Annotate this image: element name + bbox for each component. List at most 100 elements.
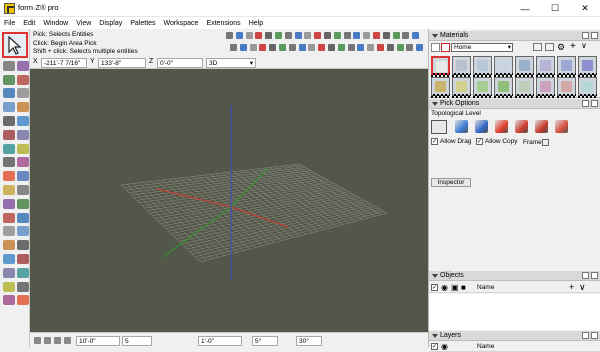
tool-icon[interactable] xyxy=(3,88,15,99)
tool-icon[interactable] xyxy=(17,267,29,278)
material-library-dropdown[interactable]: Home ▾ xyxy=(451,43,513,52)
allow-drag-checkbox[interactable]: ✓ xyxy=(431,138,438,145)
tool-icon[interactable] xyxy=(17,295,29,306)
layers-panel-header[interactable]: Layers xyxy=(429,331,600,341)
menu-window[interactable]: Window xyxy=(43,20,68,27)
menu-display[interactable]: Display xyxy=(99,20,122,27)
toolbar-icon[interactable] xyxy=(373,32,380,39)
tool-icon[interactable] xyxy=(17,143,29,154)
toolbar-icon[interactable] xyxy=(343,32,351,39)
menu-workspace[interactable]: Workspace xyxy=(164,20,199,27)
tool-icon[interactable] xyxy=(3,254,15,264)
modeling-viewport[interactable] xyxy=(30,69,428,332)
status-icon[interactable] xyxy=(34,337,41,344)
panel-options-icon[interactable] xyxy=(582,32,589,39)
tool-icon[interactable] xyxy=(3,185,15,195)
tool-icon[interactable] xyxy=(3,157,15,168)
material-tools-icon[interactable] xyxy=(431,43,440,52)
toolbar-icon[interactable] xyxy=(288,44,296,51)
menu-palettes[interactable]: Palettes xyxy=(130,20,155,27)
menu-help[interactable]: Help xyxy=(249,20,263,27)
tool-icon[interactable] xyxy=(17,171,29,182)
toolbar-icon[interactable] xyxy=(386,44,394,51)
menu-extensions[interactable]: Extensions xyxy=(206,20,240,27)
toolbar-icon[interactable] xyxy=(279,44,286,51)
panel-options-icon[interactable] xyxy=(582,100,589,107)
materials-panel-header[interactable]: Materials xyxy=(429,31,600,41)
visibility-checkbox[interactable]: ✓ xyxy=(431,284,438,291)
toolbar-icon[interactable] xyxy=(318,44,326,51)
list-view-icon[interactable] xyxy=(533,43,542,51)
snap-spacing-field[interactable]: 1'-0" xyxy=(198,336,242,346)
panel-options-icon[interactable] xyxy=(582,332,589,339)
angle-step-field[interactable]: 5° xyxy=(252,336,278,346)
toolbar-icon[interactable] xyxy=(357,44,365,51)
frame-icon[interactable] xyxy=(542,139,549,146)
toolbar-icon[interactable] xyxy=(337,44,345,51)
tool-icon[interactable] xyxy=(3,129,15,140)
toolbar-icon[interactable] xyxy=(308,44,316,51)
tool-icon[interactable] xyxy=(3,295,15,306)
topology-level-button[interactable] xyxy=(555,120,568,133)
toolbar-icon[interactable] xyxy=(239,44,247,51)
toolbar-icon[interactable] xyxy=(324,32,331,39)
panel-options-icon[interactable] xyxy=(582,272,589,279)
material-color-icon[interactable] xyxy=(441,43,450,52)
toolbar-icon[interactable] xyxy=(314,32,322,39)
topology-level-button[interactable] xyxy=(455,120,468,133)
close-icon[interactable] xyxy=(591,100,598,107)
toolbar-icon[interactable] xyxy=(402,32,410,39)
topology-level-button[interactable] xyxy=(515,120,528,133)
inspector-button[interactable]: Inspector xyxy=(431,178,471,187)
toolbar-icon[interactable] xyxy=(333,32,341,39)
tool-icon[interactable] xyxy=(17,240,29,251)
toolbar-icon[interactable] xyxy=(406,44,414,51)
tool-icon[interactable] xyxy=(3,116,15,126)
pick-options-panel-header[interactable]: Pick Options xyxy=(429,99,600,109)
x-coordinate-field[interactable]: -211'-7 7/16" xyxy=(41,58,87,68)
allow-copy-checkbox[interactable]: ✓ xyxy=(476,138,483,145)
toolbar-icon[interactable] xyxy=(294,32,302,39)
status-icon[interactable] xyxy=(54,337,61,344)
gear-icon[interactable]: ⚙ xyxy=(557,42,565,53)
toolbar-icon[interactable] xyxy=(235,32,243,39)
toolbar-icon[interactable] xyxy=(275,32,282,39)
tool-icon[interactable] xyxy=(17,129,29,140)
plus-icon[interactable]: + xyxy=(569,282,574,292)
tool-icon[interactable] xyxy=(17,88,29,99)
tool-icon[interactable] xyxy=(17,157,29,168)
toolbar-icon[interactable] xyxy=(269,44,277,51)
topology-level-button[interactable] xyxy=(495,120,508,133)
toolbar-icon[interactable] xyxy=(298,44,306,51)
topology-level-button[interactable] xyxy=(535,120,548,133)
topology-level-button[interactable] xyxy=(475,120,488,133)
grid-view-icon[interactable] xyxy=(545,43,554,51)
toolbar-icon[interactable] xyxy=(255,32,263,39)
topology-auto-button[interactable] xyxy=(431,120,447,134)
grid-divisions-field[interactable]: 5 xyxy=(122,336,152,346)
tool-icon[interactable] xyxy=(3,267,15,278)
toolbar-icon[interactable] xyxy=(353,32,361,39)
close-icon[interactable]: ✕ xyxy=(570,0,600,17)
color-icon[interactable]: ■ xyxy=(461,283,466,292)
toolbar-icon[interactable] xyxy=(396,44,404,51)
toolbar-icon[interactable] xyxy=(416,44,424,51)
toolbar-icon[interactable] xyxy=(377,44,384,51)
tool-icon[interactable] xyxy=(17,254,29,264)
tool-icon[interactable] xyxy=(17,102,29,113)
z-coordinate-field[interactable]: 0'-0" xyxy=(157,58,203,68)
toolbar-icon[interactable] xyxy=(245,32,253,39)
toolbar-icon[interactable] xyxy=(259,44,267,51)
toolbar-icon[interactable] xyxy=(392,32,400,39)
tool-icon[interactable] xyxy=(3,143,15,154)
close-icon[interactable] xyxy=(591,332,598,339)
plus-icon[interactable]: + xyxy=(570,41,576,52)
tool-icon[interactable] xyxy=(3,212,15,223)
toolbar-icon[interactable] xyxy=(226,32,233,39)
toolbar-icon[interactable] xyxy=(328,44,335,51)
close-icon[interactable] xyxy=(591,32,598,39)
tool-icon[interactable] xyxy=(17,185,29,195)
tool-icon[interactable] xyxy=(17,198,29,209)
menu-view[interactable]: View xyxy=(76,20,91,27)
close-icon[interactable] xyxy=(591,272,598,279)
